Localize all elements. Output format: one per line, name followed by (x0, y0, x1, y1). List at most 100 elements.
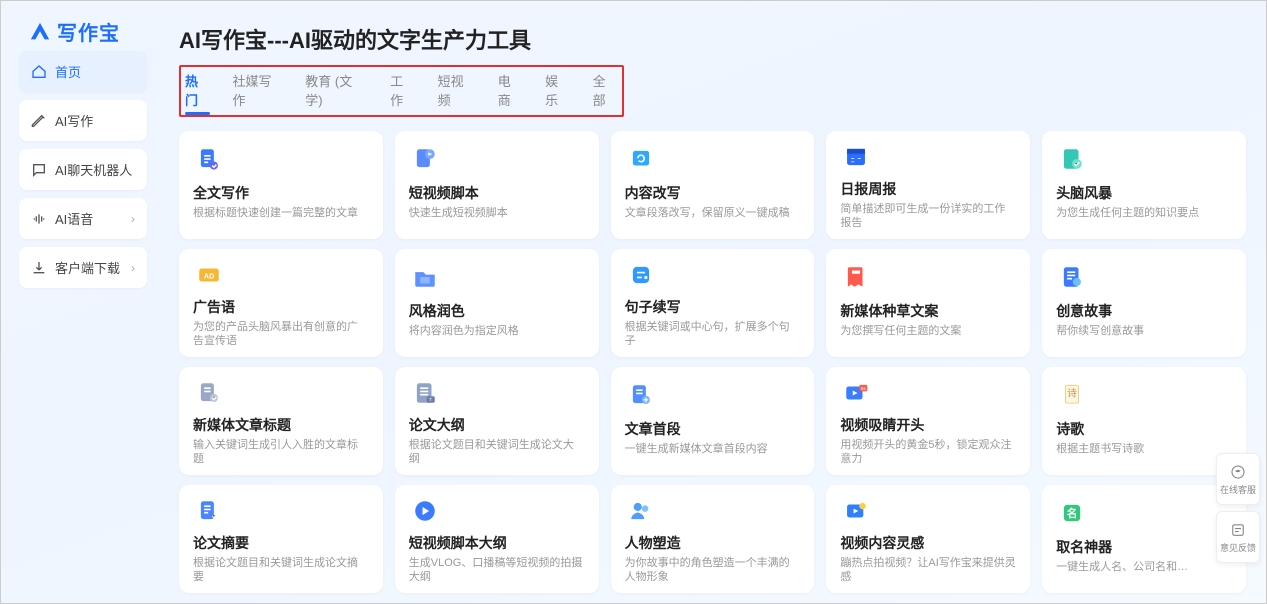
card-title: 全文写作 (193, 183, 369, 203)
template-card[interactable]: 短视频脚本大纲生成VLOG、口播稿等短视频的拍摄大纲 (395, 485, 599, 593)
sidebar-item-label: 首页 (55, 62, 81, 81)
voice-icon (31, 211, 47, 227)
card-desc: 根据论文题目和关键词生成论文大纲 (409, 438, 585, 464)
naming-icon: 名 (1056, 497, 1088, 529)
svg-text:诗: 诗 (1067, 388, 1077, 400)
template-card[interactable]: 头脑风暴为您生成任何主题的知识要点 (1042, 131, 1246, 239)
calendar-icon (840, 143, 872, 171)
sidebar-item-label: 客户端下载 (55, 258, 120, 277)
template-card[interactable]: 新媒体文章标题输入关键词生成引人入胜的文章标题 (179, 367, 383, 475)
card-title: 短视频脚本大纲 (409, 533, 585, 553)
tab-hot[interactable]: 热门 (185, 71, 210, 113)
tab-entertainment[interactable]: 娱乐 (545, 71, 570, 113)
sidebar-item-chatbot[interactable]: AI聊天机器人 (19, 149, 147, 190)
logo-icon (29, 21, 51, 43)
svg-text:名: 名 (1067, 507, 1078, 520)
tab-work[interactable]: 工作 (390, 71, 415, 113)
tab-social[interactable]: 社媒写作 (232, 71, 283, 113)
video-idea-icon (840, 497, 872, 525)
card-desc: 一键生成新媒体文章首段内容 (625, 442, 801, 457)
headset-icon (1229, 463, 1247, 481)
card-desc: 一键生成人名、公司名和… (1056, 560, 1232, 575)
card-desc: 根据关键词或中心句，扩展多个句子 (625, 320, 801, 346)
card-desc: 为您撰写任何主题的文案 (840, 324, 1016, 339)
app-logo: 写作宝 (29, 17, 120, 46)
card-title: 日报周报 (840, 179, 1016, 199)
card-desc: 为你故事中的角色塑造一个丰满的人物形象 (625, 556, 801, 582)
template-card[interactable]: 内容改写文章段落改写，保留原义一键成稿 (611, 131, 815, 239)
card-title: 视频内容灵感 (840, 533, 1016, 553)
template-card[interactable]: 全文写作根据标题快速创建一篇完整的文章 (179, 131, 383, 239)
card-desc: 用视频开头的黄金5秒，锁定观众注意力 (840, 438, 1016, 464)
card-desc: 快速生成短视频脚本 (409, 206, 585, 221)
book-red-icon (840, 261, 872, 293)
tab-bar: 热门 社媒写作 教育 (文学) 工作 短视频 电商 娱乐 全部 (185, 71, 618, 113)
float-actions: 在线客服 意见反馈 (1216, 453, 1260, 563)
sidebar-item-label: AI语音 (55, 209, 93, 228)
chevron-right-icon: › (131, 261, 135, 275)
video-5s-icon: 5s (840, 379, 872, 407)
template-card[interactable]: 风格润色将内容润色为指定风格 (395, 249, 599, 357)
sidebar-item-download[interactable]: 客户端下载 › (19, 247, 147, 288)
people-icon (625, 497, 657, 525)
card-desc: 为您生成任何主题的知识要点 (1056, 206, 1232, 221)
sidebar-item-label: AI聊天机器人 (55, 160, 132, 179)
card-title: 论文大纲 (409, 415, 585, 435)
template-card[interactable]: 文章首段一键生成新媒体文章首段内容 (611, 367, 815, 475)
sidebar-item-aiwrite[interactable]: AI写作 (19, 100, 147, 141)
card-title: 内容改写 (625, 183, 801, 203)
card-title: 头脑风暴 (1056, 183, 1232, 203)
card-title: 论文摘要 (193, 533, 369, 553)
template-card[interactable]: 人物塑造为你故事中的角色塑造一个丰满的人物形象 (611, 485, 815, 593)
first-para-icon (625, 379, 657, 411)
poem-icon: 诗 (1056, 379, 1088, 411)
card-desc: 根据论文题目和关键词生成论文摘要 (193, 556, 369, 582)
home-icon (31, 64, 47, 80)
template-card[interactable]: 短视频脚本快速生成短视频脚本 (395, 131, 599, 239)
script-outline-icon (409, 497, 441, 525)
story-icon (1056, 261, 1088, 293)
template-grid: 全文写作根据标题快速创建一篇完整的文章短视频脚本快速生成短视频脚本内容改写文章段… (179, 131, 1246, 593)
template-card[interactable]: T论文大纲根据论文题目和关键词生成论文大纲 (395, 367, 599, 475)
card-desc: 简单描述即可生成一份详实的工作报告 (840, 202, 1016, 228)
template-card[interactable]: 日报周报简单描述即可生成一份详实的工作报告 (826, 131, 1030, 239)
tab-bar-highlight: 热门 社媒写作 教育 (文学) 工作 短视频 电商 娱乐 全部 (179, 65, 624, 117)
card-title: 新媒体文章标题 (193, 415, 369, 435)
tab-all[interactable]: 全部 (593, 71, 618, 113)
card-desc: 将内容润色为指定风格 (409, 324, 585, 339)
sidebar-item-voice[interactable]: AI语音 › (19, 198, 147, 239)
abstract-icon (193, 497, 225, 525)
card-title: 文章首段 (625, 419, 801, 439)
template-card[interactable]: 论文摘要根据论文题目和关键词生成论文摘要 (179, 485, 383, 593)
template-card[interactable]: 创意故事帮你续写创意故事 (1042, 249, 1246, 357)
sidebar-item-home[interactable]: 首页 (19, 51, 147, 92)
tab-edu[interactable]: 教育 (文学) (305, 71, 368, 113)
sidebar-item-label: AI写作 (55, 111, 93, 130)
template-card[interactable]: 句子续写根据关键词或中心句，扩展多个句子 (611, 249, 815, 357)
feedback-button[interactable]: 意见反馈 (1216, 511, 1260, 563)
svg-text:AD: AD (204, 271, 215, 280)
support-button[interactable]: 在线客服 (1216, 453, 1260, 505)
ad-icon: AD (193, 261, 225, 289)
download-icon (31, 260, 47, 276)
card-desc: 帮你续写创意故事 (1056, 324, 1232, 339)
template-card[interactable]: 新媒体种草文案为您撰写任何主题的文案 (826, 249, 1030, 357)
card-title: 短视频脚本 (409, 183, 585, 203)
card-title: 句子续写 (625, 297, 801, 317)
template-card[interactable]: 视频内容灵感蹦热点拍视频？让AI写作宝来提供灵感 (826, 485, 1030, 593)
card-title: 诗歌 (1056, 419, 1232, 439)
sidebar: 首页 AI写作 AI聊天机器人 AI语音 › 客户端下载 › (19, 51, 147, 288)
feedback-label: 意见反馈 (1220, 541, 1256, 554)
template-card[interactable]: 5s 视频吸睛开头用视频开头的黄金5秒，锁定观众注意力 (826, 367, 1030, 475)
chevron-right-icon: › (131, 212, 135, 226)
template-card[interactable]: AD广告语为您的产品头脑风暴出有创意的广告宣传语 (179, 249, 383, 357)
tab-shortvideo[interactable]: 短视频 (438, 71, 476, 113)
card-title: 视频吸睛开头 (840, 415, 1016, 435)
card-desc: 蹦热点拍视频？让AI写作宝来提供灵感 (840, 556, 1016, 582)
tab-ecommerce[interactable]: 电商 (498, 71, 523, 113)
card-desc: 文章段落改写，保留原义一键成稿 (625, 206, 801, 221)
svg-text:5s: 5s (861, 386, 867, 392)
card-desc: 输入关键词生成引人入胜的文章标题 (193, 438, 369, 464)
card-title: 创意故事 (1056, 301, 1232, 321)
card-title: 广告语 (193, 297, 369, 317)
